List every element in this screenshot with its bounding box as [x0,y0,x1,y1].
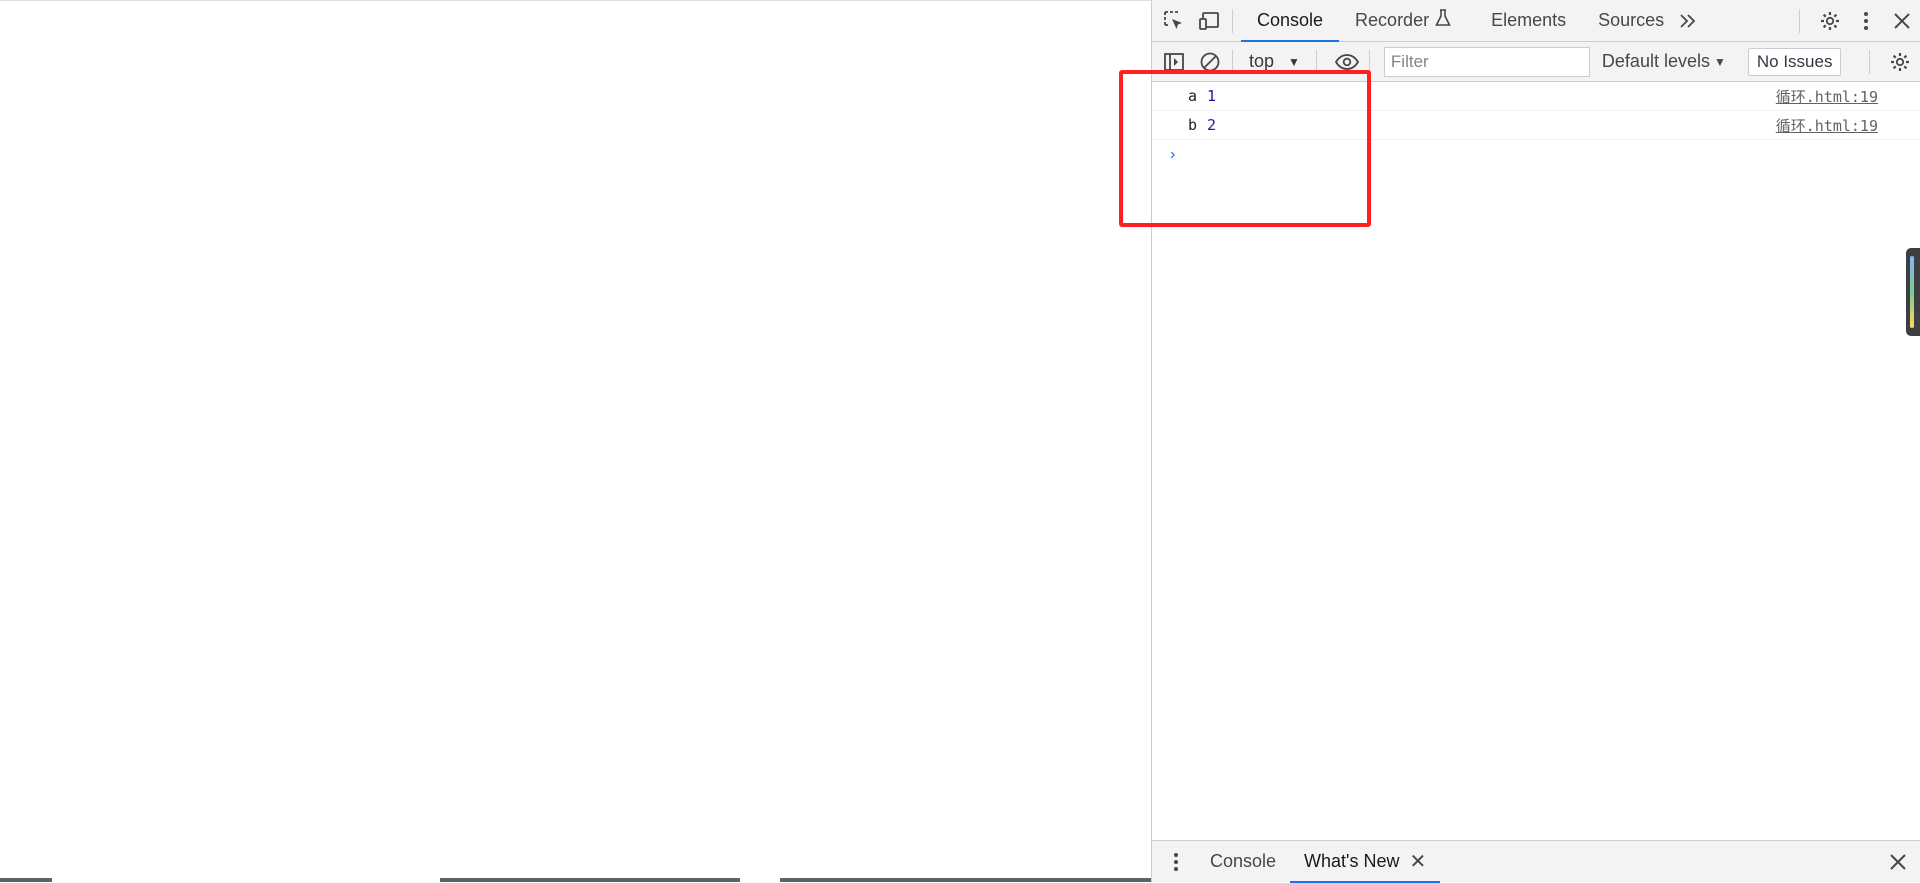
tab-recorder[interactable]: Recorder [1339,0,1467,42]
separator [1232,8,1233,33]
close-drawer-icon[interactable] [1884,848,1912,876]
drawer-tab-console[interactable]: Console [1196,841,1290,883]
separator [1869,49,1870,74]
tab-console[interactable]: Console [1241,0,1340,42]
drawer-menu-icon[interactable] [1162,848,1190,876]
context-selector[interactable]: top ▼ [1241,47,1308,77]
log-value: 2 [1207,116,1217,134]
drawer-tab-label: What's New [1304,851,1400,871]
log-levels-dropdown[interactable]: Default levels ▼ [1602,51,1726,72]
context-label: top [1249,51,1275,71]
close-devtools-icon[interactable] [1888,7,1916,35]
log-value: 1 [1207,87,1217,105]
console-toolbar: top ▼ Default levels ▼ No Issues [1152,42,1920,82]
tab-label: Elements [1491,10,1567,30]
inspect-element-icon[interactable] [1160,7,1188,35]
device-toolbar-icon[interactable] [1196,7,1224,35]
log-levels-label: Default levels [1601,51,1710,71]
console-settings-gear-icon[interactable] [1886,48,1914,76]
filter-input[interactable] [1383,46,1590,77]
tab-elements[interactable]: Elements [1475,0,1582,42]
console-prompt[interactable]: › [1152,140,1920,170]
taskbar-edge [0,878,1151,882]
clear-console-icon[interactable] [1196,48,1224,76]
drawer-tabbar: Console What's New ✕ [1152,840,1920,883]
separator [1232,49,1233,74]
drawer-tab-whats-new[interactable]: What's New ✕ [1290,841,1441,883]
sidebar-toggle-icon[interactable] [1160,48,1188,76]
tab-label: Recorder [1355,10,1430,30]
settings-gear-icon[interactable] [1816,7,1844,35]
issues-label: No Issues [1756,51,1833,71]
source-link[interactable]: 循环.html:19 [1776,86,1878,107]
tab-label: Sources [1598,10,1665,30]
separator [1799,8,1800,33]
flask-icon [1435,9,1451,32]
log-key: b [1188,116,1198,134]
issues-button[interactable]: No Issues [1747,47,1842,76]
scrollbar-thumb[interactable] [1906,248,1920,336]
kebab-menu-icon[interactable] [1852,7,1880,35]
prompt-chevron-icon: › [1170,146,1176,163]
page-viewport [0,0,1151,882]
dropdown-caret-icon: ▼ [1288,54,1300,69]
separator [1368,49,1370,74]
tab-sources[interactable]: Sources [1582,0,1680,42]
close-tab-icon[interactable]: ✕ [1410,849,1427,874]
live-expression-eye-icon[interactable] [1333,48,1361,76]
devtools-tabbar: Console Recorder Elements Sources [1152,0,1920,42]
dropdown-caret-icon: ▼ [1713,54,1726,69]
console-message-row: a 1 循环.html:19 [1152,82,1920,111]
devtools-panel: Console Recorder Elements Sources top ▼ … [1151,0,1920,883]
source-link[interactable]: 循环.html:19 [1776,115,1878,136]
drawer-tab-label: Console [1210,851,1277,871]
console-output: a 1 循环.html:19 b 2 循环.html:19 › [1152,82,1920,170]
log-key: a [1188,87,1198,105]
tab-label: Console [1257,10,1324,30]
console-message-row: b 2 循环.html:19 [1152,111,1920,140]
scrollbar-markers [1910,256,1914,328]
separator [1315,49,1317,74]
